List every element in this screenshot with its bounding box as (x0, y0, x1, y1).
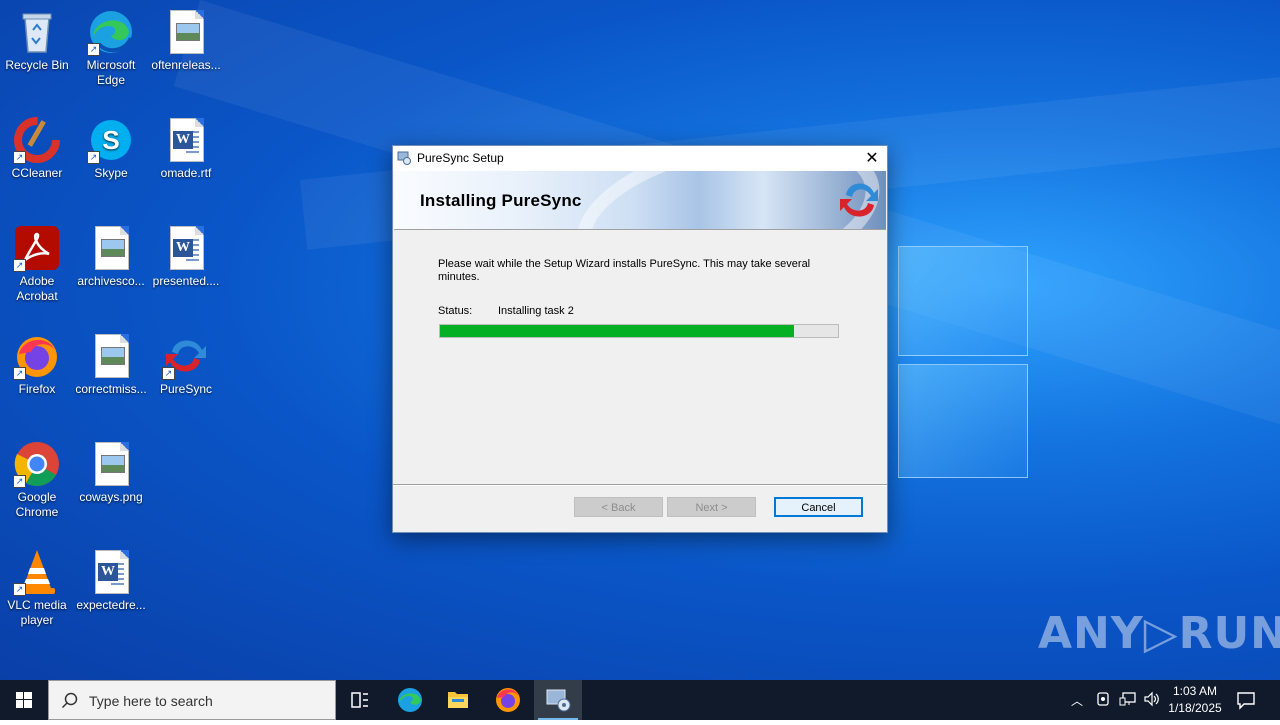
desktop-icon-skype[interactable]: S ↗ Skype (74, 116, 148, 181)
image-file-icon (87, 224, 135, 272)
desktop-icon-label: coways.png (79, 490, 143, 504)
task-view-button[interactable] (336, 680, 384, 720)
desktop-icon-omade-rtf[interactable]: W omade.rtf (149, 116, 223, 181)
word-document-icon: W (87, 548, 135, 596)
desktop-icon-label: archivesco... (77, 274, 145, 288)
installer-icon (397, 151, 411, 165)
file-explorer-icon (448, 692, 468, 708)
desktop-icon-puresync[interactable]: ↗ PureSync (149, 332, 223, 397)
tray-device-icon[interactable] (1095, 691, 1111, 710)
taskbar-file-explorer[interactable] (434, 680, 482, 720)
show-hidden-icons-button[interactable]: ︿ (1071, 692, 1083, 709)
status-label: Status: (438, 305, 473, 317)
search-placeholder: Type here to search (89, 693, 213, 709)
chrome-icon: ↗ (13, 440, 61, 488)
desktop-icon-label: Firefox (18, 382, 56, 396)
notification-icon (1237, 692, 1255, 710)
action-center-button[interactable] (1236, 690, 1256, 710)
status-value: Installing task 2 (498, 305, 574, 317)
close-icon: ✕ (865, 150, 879, 167)
search-icon (61, 692, 78, 709)
windows-logo-wallpaper (886, 238, 1036, 488)
clock-date: 1/18/2025 (1168, 701, 1222, 715)
desktop-icon-correctmiss[interactable]: correctmiss... (74, 332, 148, 397)
taskbar-clock[interactable]: 1:03 AM 1/18/2025 (1160, 683, 1230, 717)
desktop-icon-microsoft-edge[interactable]: ↗ Microsoft Edge (74, 8, 148, 88)
footer-divider (393, 484, 887, 486)
desktop-icon-google-chrome[interactable]: ↗ Google Chrome (0, 440, 74, 520)
desktop-icon-label: expectedre... (76, 598, 146, 612)
desktop-icon-label: VLC media player (7, 598, 67, 627)
desktop-icon-label: Microsoft Edge (86, 58, 136, 87)
desktop-icon-recycle-bin[interactable]: Recycle Bin (0, 8, 74, 73)
desktop-icon-label: PureSync (159, 382, 213, 396)
anyrun-watermark: ANY▷RUN (1038, 608, 1280, 659)
taskbar: Type here to search ︿ 1:03 AM 1/18/2025 (0, 680, 1280, 720)
vlc-icon: ↗ (13, 548, 61, 596)
desktop-icon-label: Skype (94, 166, 128, 180)
desktop: Recycle Bin ↗ CCleaner ↗ Adobe Acrobat ↗… (0, 0, 1280, 680)
desktop-icon-presented[interactable]: W presented.... (149, 224, 223, 289)
windows-start-icon (16, 692, 32, 708)
network-icon[interactable] (1119, 691, 1137, 710)
setup-installer-icon (546, 689, 571, 712)
chevron-up-icon: ︿ (1071, 694, 1084, 708)
desktop-icon-label: oftenreleas... (151, 58, 221, 72)
svg-text:S: S (102, 125, 119, 155)
desktop-icon-label: Recycle Bin (5, 58, 69, 72)
taskbar-setup-installer[interactable] (534, 680, 582, 720)
ccleaner-icon: ↗ (13, 116, 61, 164)
close-button[interactable]: ✕ (857, 146, 887, 171)
desktop-icon-label: correctmiss... (75, 382, 147, 396)
desktop-icon-ccleaner[interactable]: ↗ CCleaner (0, 116, 74, 181)
dialog-title: PureSync Setup (417, 151, 504, 165)
acrobat-icon: ↗ (13, 224, 61, 272)
desktop-icon-label: CCleaner (11, 166, 63, 180)
back-button[interactable]: < Back (574, 497, 663, 517)
firefox-icon: ↗ (13, 332, 61, 380)
desktop-icon-archivesco[interactable]: archivesco... (74, 224, 148, 289)
edge-icon: ↗ (87, 8, 135, 56)
desktop-icon-vlc[interactable]: ↗ VLC media player (0, 548, 74, 628)
word-document-icon: W (162, 116, 210, 164)
recycle-bin-icon (13, 8, 61, 56)
puresync-icon: ↗ (162, 332, 210, 380)
desktop-icon-label: presented.... (152, 274, 220, 288)
next-button[interactable]: Next > (667, 497, 756, 517)
desktop-icon-coways[interactable]: coways.png (74, 440, 148, 505)
banner-title: Installing PureSync (420, 191, 582, 210)
taskbar-edge[interactable] (386, 680, 434, 720)
image-file-icon (87, 332, 135, 380)
progress-fill (440, 325, 795, 337)
desktop-icon-firefox[interactable]: ↗ Firefox (0, 332, 74, 397)
edge-icon (398, 688, 422, 712)
taskbar-search-box[interactable]: Type here to search (48, 680, 336, 720)
desktop-icon-expectedre[interactable]: W expectedre... (74, 548, 148, 613)
desktop-icon-label: Adobe Acrobat (16, 274, 58, 303)
puresync-logo-icon (838, 177, 882, 223)
install-description: Please wait while the Setup Wizard insta… (438, 258, 811, 283)
desktop-icon-adobe-acrobat[interactable]: ↗ Adobe Acrobat (0, 224, 74, 304)
task-view-icon (351, 692, 368, 708)
dialog-titlebar[interactable]: PureSync Setup ✕ (393, 146, 887, 171)
word-document-icon: W (162, 224, 210, 272)
taskbar-firefox[interactable] (484, 680, 532, 720)
start-button[interactable] (0, 680, 48, 720)
image-file-icon (162, 8, 210, 56)
cancel-button[interactable]: Cancel (774, 497, 863, 517)
desktop-icon-label: omade.rtf (160, 166, 212, 180)
puresync-setup-dialog: PureSync Setup ✕ Installing PureSync Ple… (392, 145, 888, 533)
image-file-icon (87, 440, 135, 488)
firefox-icon (496, 688, 520, 712)
desktop-icon-oftenreleas[interactable]: oftenreleas... (149, 8, 223, 73)
volume-icon[interactable] (1143, 691, 1161, 710)
clock-time: 1:03 AM (1172, 684, 1218, 698)
dialog-banner: Installing PureSync (394, 171, 886, 230)
skype-icon: S ↗ (87, 116, 135, 164)
desktop-icon-label: Google Chrome (15, 490, 59, 519)
install-progress-bar (439, 324, 839, 338)
